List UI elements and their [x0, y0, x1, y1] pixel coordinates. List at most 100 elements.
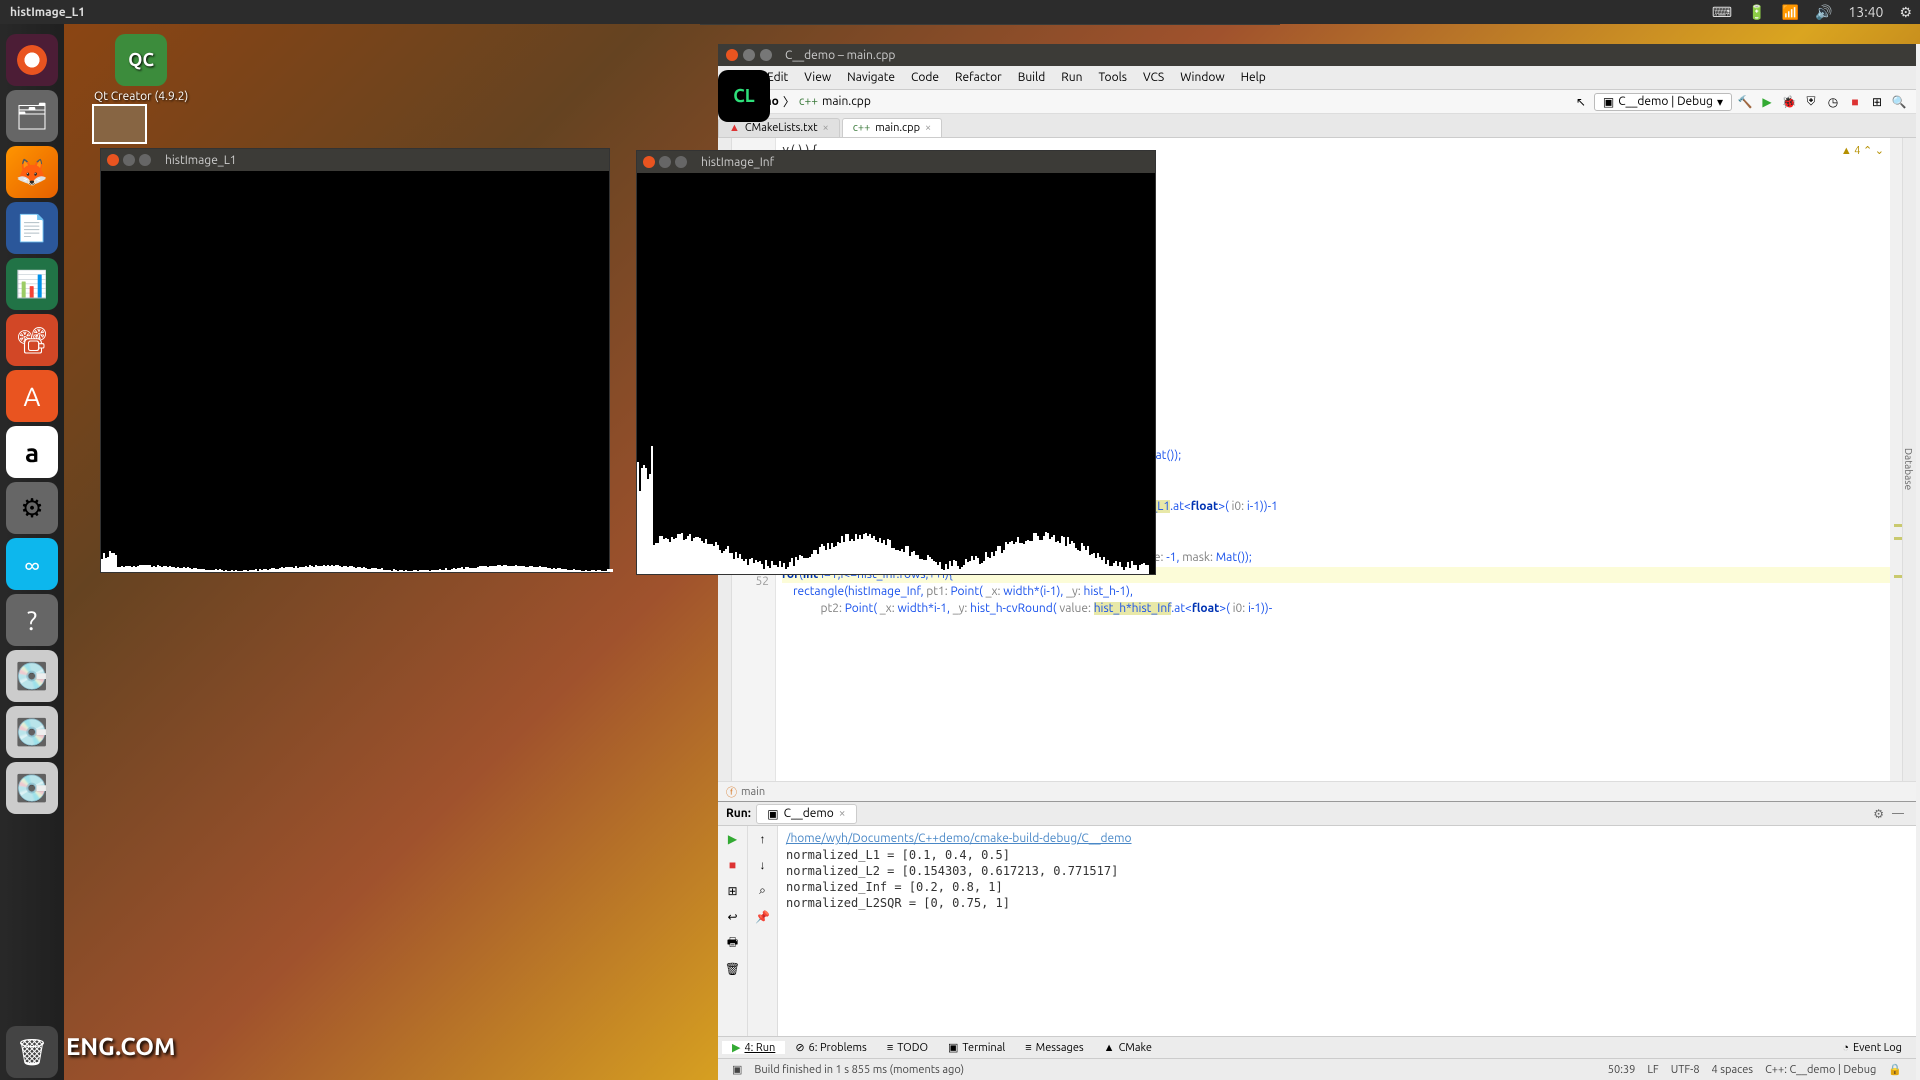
hammer-icon[interactable]: 🔨	[1736, 93, 1754, 111]
close-icon[interactable]: ×	[823, 122, 829, 134]
wrap-icon[interactable]: ↩	[724, 908, 742, 926]
context[interactable]: C++: C__demo | Debug	[1759, 1064, 1882, 1076]
stop-icon[interactable]: ■	[1846, 93, 1864, 111]
rerun-icon[interactable]: ▶	[724, 830, 742, 848]
run-icon[interactable]: ▶	[1758, 93, 1776, 111]
files-icon[interactable]: 🗂	[6, 90, 58, 142]
down-icon[interactable]: ↓	[754, 856, 772, 874]
inspection-badge[interactable]: ▲ 4 ⌃ ⌄	[1841, 144, 1884, 157]
menu-tools[interactable]: Tools	[1090, 71, 1135, 84]
minimize-icon[interactable]	[743, 49, 755, 61]
database-tool-button[interactable]: Database	[1902, 138, 1916, 781]
tab-terminal[interactable]: ▣Terminal	[938, 1041, 1015, 1054]
clion-icon[interactable]: CL	[718, 70, 770, 122]
menu-window[interactable]: Window	[1172, 71, 1232, 84]
menu-help[interactable]: Help	[1233, 71, 1274, 84]
layout-icon[interactable]: ⊞	[724, 882, 742, 900]
navigation-bar: C++demo 〉 c++ main.cpp ↖ ▣ C__demo | Deb…	[718, 90, 1916, 114]
close-icon[interactable]	[643, 156, 655, 168]
disk-icon[interactable]: 💽	[6, 650, 58, 702]
maximize-icon[interactable]	[675, 156, 687, 168]
profile-icon[interactable]: ◷	[1824, 93, 1842, 111]
tab-main-cpp[interactable]: c++ main.cpp ×	[842, 118, 943, 137]
event-log[interactable]: ◔Event Log	[1832, 1042, 1912, 1054]
settings-icon[interactable]: ⚙	[6, 482, 58, 534]
impress-icon[interactable]: 📽	[6, 314, 58, 366]
run-output[interactable]: /home/wyh/Documents/C++demo/cmake-build-…	[778, 826, 1916, 1036]
help-icon[interactable]: ?	[6, 594, 58, 646]
search-icon[interactable]: 🔍	[1890, 93, 1908, 111]
clion-titlebar[interactable]: C__demo – main.cpp	[718, 44, 1916, 66]
histimage-inf-window[interactable]: histImage_Inf	[636, 150, 1156, 575]
maximize-icon[interactable]	[760, 49, 772, 61]
wifi-icon[interactable]: 📶	[1774, 4, 1807, 21]
gear-icon[interactable]: ⚙	[1869, 807, 1888, 821]
readonly-icon[interactable]: 🔒	[1882, 1063, 1908, 1076]
tab-cmake[interactable]: ▲CMake	[1094, 1042, 1162, 1054]
tab-todo[interactable]: ≡TODO	[877, 1042, 938, 1054]
software-icon[interactable]: A	[6, 370, 58, 422]
stop-icon[interactable]: ■	[724, 856, 742, 874]
breadcrumb-fn[interactable]: main	[741, 786, 765, 798]
dash-icon[interactable]	[6, 34, 58, 86]
gear-icon[interactable]: ⚙	[1891, 4, 1920, 21]
titlebar[interactable]: histImage_L1	[101, 149, 609, 171]
desktop-thumbnail[interactable]	[92, 104, 147, 144]
trash-icon[interactable]: 🗑	[6, 1026, 58, 1078]
trash-icon[interactable]: 🗑	[724, 960, 742, 978]
amazon-icon[interactable]: a	[6, 426, 58, 478]
tab-problems[interactable]: ⊘6: Problems	[785, 1041, 876, 1054]
writer-icon[interactable]: 📄	[6, 202, 58, 254]
volume-icon[interactable]: 🔊	[1807, 4, 1840, 21]
minimize-icon[interactable]	[123, 154, 135, 166]
back-icon[interactable]: ↖	[1572, 93, 1590, 111]
debug-icon[interactable]: 🐞	[1780, 93, 1798, 111]
minimize-icon[interactable]: —	[1888, 807, 1908, 820]
maximize-icon[interactable]	[139, 154, 151, 166]
close-icon[interactable]	[726, 49, 738, 61]
menu-code[interactable]: Code	[903, 71, 947, 84]
encoding[interactable]: UTF-8	[1665, 1064, 1706, 1076]
pin-icon[interactable]: 📌	[754, 908, 772, 926]
up-icon[interactable]: ↑	[754, 830, 772, 848]
menu-refactor[interactable]: Refactor	[947, 71, 1010, 84]
tab-messages[interactable]: ≡Messages	[1015, 1042, 1093, 1054]
menu-view[interactable]: View	[796, 71, 839, 84]
close-icon[interactable]: ×	[839, 807, 846, 820]
print-icon[interactable]: 🖶	[724, 934, 742, 952]
clock[interactable]: 13:40	[1840, 4, 1891, 20]
close-icon[interactable]	[107, 154, 119, 166]
lock-icon[interactable]: ▣	[726, 1063, 748, 1076]
menu-run[interactable]: Run	[1053, 71, 1090, 84]
disk-icon[interactable]: 💽	[6, 706, 58, 758]
keyboard-icon[interactable]: ⌨	[1704, 4, 1740, 21]
minimize-icon[interactable]	[659, 156, 671, 168]
battery-icon[interactable]: 🔋	[1740, 4, 1773, 21]
run-tool-window: Run: ▣ C__demo × ⚙ — ▶ ■ ⊞ ↩ 🖶 🗑 ↑ ↓	[718, 801, 1916, 1036]
close-icon[interactable]: ×	[925, 122, 931, 134]
run-config-selector[interactable]: ▣ C__demo | Debug ▾	[1594, 93, 1732, 111]
error-stripe[interactable]	[1890, 138, 1902, 781]
disk-icon[interactable]: 💽	[6, 762, 58, 814]
wallpaper-text: ENG.COM	[66, 1033, 175, 1060]
qtcreator-shortcut[interactable]: QC Qt Creator (4.9.2)	[94, 34, 188, 103]
file-crumb[interactable]: main.cpp	[822, 95, 871, 108]
menu-build[interactable]: Build	[1010, 71, 1054, 84]
layout-icon[interactable]: ⊞	[1868, 93, 1886, 111]
sync-icon[interactable]: ∞	[6, 538, 58, 590]
indent[interactable]: 4 spaces	[1706, 1064, 1760, 1076]
calc-icon[interactable]: 📊	[6, 258, 58, 310]
menu-navigate[interactable]: Navigate	[839, 71, 903, 84]
histimage-l1-window[interactable]: histImage_L1	[100, 148, 610, 573]
coverage-icon[interactable]: ⛨	[1802, 93, 1820, 111]
line-sep[interactable]: LF	[1641, 1064, 1664, 1076]
cpp-icon: c++	[853, 122, 871, 134]
filter-icon[interactable]: ⌕	[754, 882, 772, 900]
run-tab[interactable]: ▣ C__demo ×	[756, 804, 856, 824]
run-tab-label: C__demo	[784, 807, 834, 820]
caret-pos[interactable]: 50:39	[1602, 1064, 1642, 1076]
titlebar[interactable]: histImage_Inf	[637, 151, 1155, 173]
menu-vcs[interactable]: VCS	[1135, 71, 1172, 84]
firefox-icon[interactable]: 🦊	[6, 146, 58, 198]
tab-run[interactable]: ▶4: Run	[722, 1041, 785, 1054]
